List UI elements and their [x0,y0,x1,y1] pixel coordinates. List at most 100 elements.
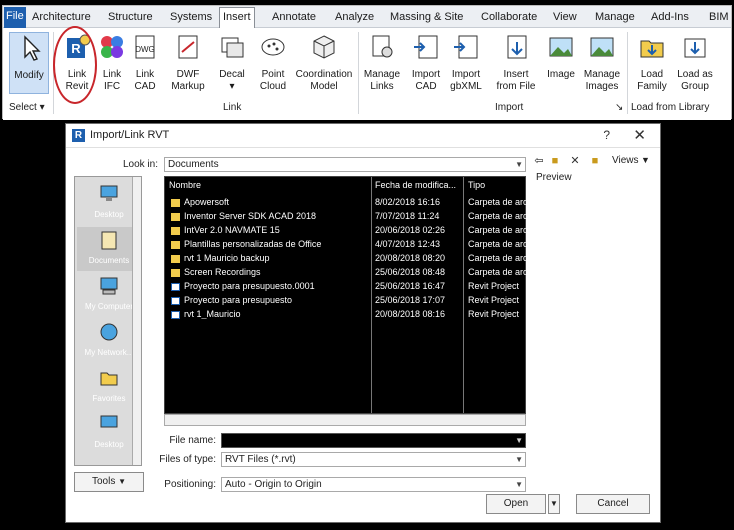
help-button[interactable]: ? [603,128,610,142]
delete-icon[interactable]: ✕ [568,154,582,168]
chevron-down-icon: ▼ [515,455,523,464]
manage-links-button[interactable]: Manage Links [360,32,404,93]
places-scrollbar[interactable] [132,177,141,465]
file-row[interactable]: rvt 1 Mauricio backup 20/08/2018 08:20 Car… [169,253,526,266]
revit-file-icon [171,297,180,305]
dialog-title: Import/Link RVT [90,129,170,141]
cursor-arrow-icon [24,35,41,61]
load-as-group-button[interactable]: Load as Group [675,32,715,93]
file-row[interactable]: Proyecto para presupuesto.0001 25/06/2018… [169,281,521,294]
highlight-circle [53,26,97,104]
panel-link-title: Link [223,102,242,113]
file-row[interactable]: Inventor Server SDK ACAD 2018 7/07/2018 1… [169,211,526,224]
tab-file[interactable]: File [4,7,26,28]
files-of-type-select[interactable]: RVT Files (*.rvt) ▼ [221,452,526,467]
files-of-type-label: Files of type: [159,454,216,465]
open-button[interactable]: Open [486,494,546,514]
file-row[interactable]: rvt 1_Mauricio 20/08/2018 08:16 Revit Proj… [169,309,521,322]
point-cloud-icon [261,38,285,56]
modify-button[interactable]: Modify [9,32,49,94]
tab-architecture[interactable]: Architecture [29,8,94,27]
load-family-button[interactable]: Load Family [631,32,673,93]
manage-images-icon [590,37,614,57]
tab-bim[interactable]: BIM [706,8,732,27]
link-ifc-icon [101,36,123,58]
coordination-model-button[interactable]: Coordination Model [291,32,357,93]
panel-separator [358,32,359,114]
back-arrow-icon[interactable]: ⇦ [532,154,546,168]
tab-systems[interactable]: Systems [167,8,215,27]
chevron-down-icon[interactable]: ▼ [641,155,650,165]
open-options-dropdown[interactable]: ▼ [548,494,560,514]
file-row[interactable]: Plantillas personalizadas de Office 4/07/… [169,239,526,252]
up-folder-icon[interactable]: ■ [548,154,562,168]
my-computer-icon [100,277,118,295]
load-as-group-icon [684,38,706,58]
look-in-select[interactable]: Documents ▼ [164,157,526,172]
positioning-select[interactable]: Auto - Origin to Origin ▼ [221,477,526,492]
folder-icon [171,213,180,221]
cancel-button[interactable]: Cancel [576,494,650,514]
tab-structure[interactable]: Structure [105,8,156,27]
decal-label: Decal ▾ [219,69,245,92]
file-name-input[interactable]: ▼ [221,433,526,448]
import-gbxml-button[interactable]: Import gbXML [445,32,487,93]
folder-icon [171,255,180,263]
panel-select-title[interactable]: Select ▾ [9,102,45,113]
file-list-horizontal-scrollbar[interactable] [164,414,526,426]
dwf-markup-button[interactable]: DWF Markup [165,32,211,93]
image-button[interactable]: Image [544,32,578,81]
column-header-name[interactable]: Nombre [169,180,201,190]
close-button[interactable]: ✕ [633,126,646,144]
chevron-down-icon: ▼ [515,480,523,489]
views-dropdown[interactable]: Views [612,155,639,166]
folder-icon [171,269,180,277]
column-header-date[interactable]: Fecha de modifica... [375,180,456,190]
column-header-type[interactable]: Tipo [468,180,485,190]
link-cad-button[interactable]: DWG Link CAD [128,32,162,93]
panel-separator [627,32,628,114]
link-ifc-button[interactable]: Link IFC [96,32,128,93]
file-row[interactable]: Proyecto para presupuesto 25/06/2018 17:0… [169,295,521,308]
import-gbxml-icon [454,35,478,59]
tab-insert[interactable]: Insert [219,7,255,28]
tab-annotate[interactable]: Annotate [269,8,319,27]
tab-add-ins[interactable]: Add-Ins [648,8,692,27]
manage-images-button[interactable]: Manage Images [580,32,624,93]
manage-links-label: Manage Links [363,69,401,92]
ribbon-panel-row: Modify Select ▾ R Link Revit Link IFC DW… [3,28,731,120]
tab-massing-site[interactable]: Massing & Site [387,8,466,27]
dwf-markup-label: DWF Markup [171,69,205,92]
revit-ribbon: File Architecture Structure Systems Inse… [2,5,732,120]
tab-collaborate[interactable]: Collaborate [478,8,540,27]
dialog-titlebar: R Import/Link RVT ? ✕ [66,124,660,148]
import-cad-button[interactable]: Import CAD [407,32,445,93]
desktop-icon [100,415,118,428]
load-family-label: Load Family [637,69,667,92]
file-row[interactable]: Apowersoft 8/02/2018 16:16 Carpeta de arc [169,197,526,210]
tab-manage[interactable]: Manage [592,8,638,27]
tab-analyze[interactable]: Analyze [332,8,377,27]
manage-links-icon [372,35,393,58]
file-list: Nombre Fecha de modifica... Tipo Apowers… [164,176,526,414]
look-in-value: Documents [168,159,219,170]
panel-import-title: Import [495,102,524,113]
folder-icon [171,227,180,235]
insert-from-file-button[interactable]: Insert from File [493,32,539,93]
decal-button[interactable]: Decal ▾ [213,32,251,93]
new-folder-icon[interactable]: ■ [588,154,602,168]
file-name-label: File name: [169,435,216,446]
panel-import-launcher[interactable]: ↘ [615,102,623,113]
revit-file-icon [171,311,180,319]
load-family-icon [640,40,664,58]
folder-icon [171,241,180,249]
point-cloud-button[interactable]: Point Cloud [253,32,293,93]
revit-file-icon [171,283,180,291]
image-icon [549,37,573,57]
point-cloud-label: Point Cloud [259,69,287,92]
file-row[interactable]: IntVer 2.0 NAVMATE 15 20/06/2018 02:26 Car… [169,225,526,238]
tools-dropdown-button[interactable]: Tools ▼ [74,472,144,492]
tab-view[interactable]: View [550,8,580,27]
file-row[interactable]: Screen Recordings 25/06/2018 08:48 Carpeta… [169,267,526,280]
screenshot: File Architecture Structure Systems Inse… [0,0,734,530]
